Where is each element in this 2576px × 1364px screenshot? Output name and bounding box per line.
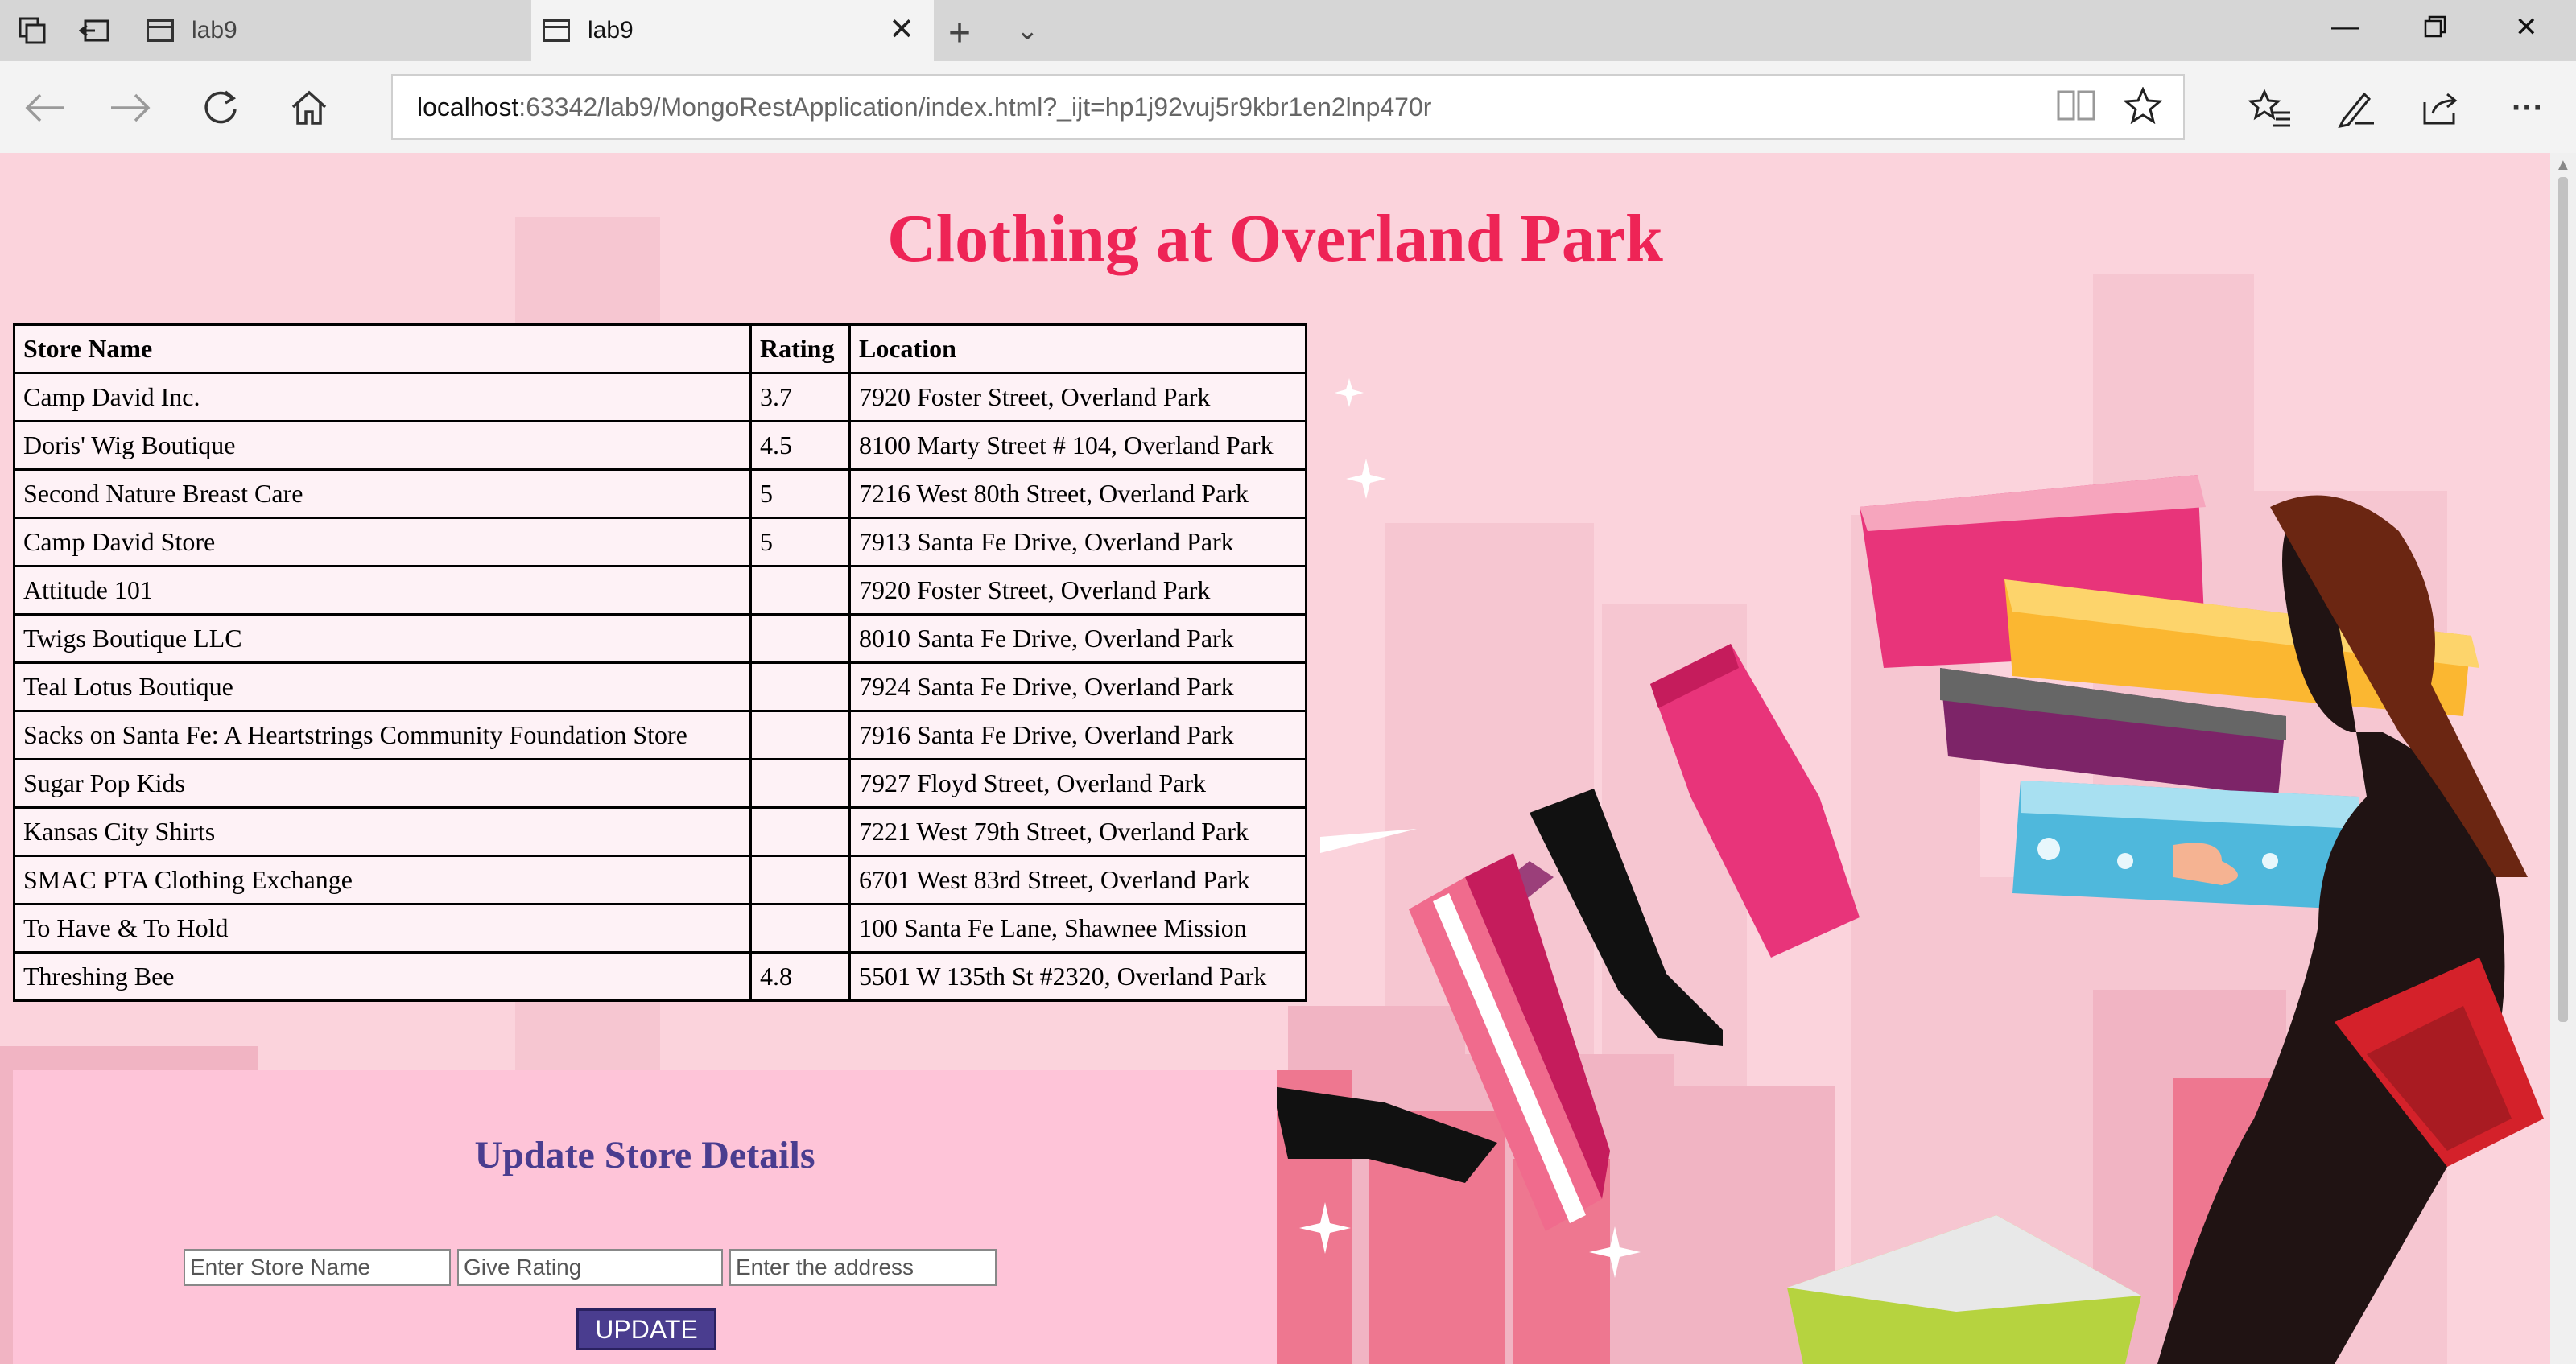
table-row: Sacks on Santa Fe: A Heartstrings Commun…: [13, 710, 1307, 760]
back-arrow-icon[interactable]: [21, 84, 69, 132]
reading-view-icon[interactable]: [2056, 87, 2096, 131]
new-tab-icon[interactable]: +: [948, 11, 971, 56]
cell-rating: [749, 758, 851, 809]
close-tab-icon[interactable]: ✕: [889, 14, 914, 45]
table-row: To Have & To Hold 100 Santa Fe Lane, Shaw…: [13, 903, 1307, 954]
cell-location: 100 Santa Fe Lane, Shawnee Mission: [848, 903, 1307, 954]
home-icon[interactable]: [285, 84, 333, 132]
store-table-body: Camp David Inc. 3.7 7920 Foster Street, Ov…: [13, 372, 1307, 1002]
cell-rating: [749, 806, 851, 857]
store-table: Store Name Rating Location Camp David In…: [13, 323, 1307, 1002]
address-bar[interactable]: localhost:63342/lab9/MongoRestApplicatio…: [391, 74, 2185, 140]
address-input[interactable]: [729, 1249, 997, 1286]
table-row: Camp David Inc. 3.7 7920 Foster Street, Ov…: [13, 372, 1307, 422]
table-row: Sugar Pop Kids 7927 Floyd Street, Overlan…: [13, 758, 1307, 809]
cell-location: 7916 Santa Fe Drive, Overland Park: [848, 710, 1307, 760]
header-location: Location: [848, 323, 1307, 374]
vertical-scrollbar[interactable]: ▲: [2550, 153, 2576, 1364]
tab-lab9-inactive[interactable]: lab9: [135, 0, 530, 61]
tab-bar: lab9 lab9 ✕ + ⌄ — ✕: [0, 0, 2576, 61]
cell-location: 7927 Floyd Street, Overland Park: [848, 758, 1307, 809]
page-viewport: Clothing at Overland Park Store Name Rat…: [0, 153, 2550, 1364]
forward-arrow-icon[interactable]: [106, 84, 155, 132]
cell-store-name: Attitude 101: [13, 565, 752, 616]
cell-location: 7221 West 79th Street, Overland Park: [848, 806, 1307, 857]
table-row: Second Nature Breast Care 5 7216 West 80th…: [13, 468, 1307, 519]
cell-location: 7913 Santa Fe Drive, Overland Park: [848, 517, 1307, 567]
cell-store-name: To Have & To Hold: [13, 903, 752, 954]
refresh-icon[interactable]: [196, 84, 245, 132]
header-store-name: Store Name: [13, 323, 752, 374]
table-row: Twigs Boutique LLC 8010 Santa Fe Drive, O…: [13, 613, 1307, 664]
minimize-icon[interactable]: —: [2331, 11, 2359, 43]
cell-rating: 3.7: [749, 372, 851, 422]
rating-input[interactable]: [457, 1249, 723, 1286]
scroll-up-arrow-icon[interactable]: ▲: [2555, 156, 2571, 175]
update-title: Update Store Details: [474, 1134, 815, 1177]
cell-rating: [749, 565, 851, 616]
url-path: :63342/lab9/MongoRestApplication/index.h…: [518, 92, 1432, 122]
favorite-star-icon[interactable]: [2123, 86, 2163, 133]
cell-store-name: Twigs Boutique LLC: [13, 613, 752, 664]
cell-location: 6701 West 83rd Street, Overland Park: [848, 855, 1307, 905]
cell-store-name: Sacks on Santa Fe: A Heartstrings Commun…: [13, 710, 752, 760]
set-aside-tabs-icon[interactable]: [77, 13, 113, 48]
table-row: Camp David Store 5 7913 Santa Fe Drive, Ov…: [13, 517, 1307, 567]
table-row: Attitude 101 7920 Foster Street, Overland…: [13, 565, 1307, 616]
page-icon: [543, 19, 570, 42]
share-icon[interactable]: [2418, 84, 2467, 132]
tab-lab9-active[interactable]: lab9 ✕: [531, 0, 934, 61]
tab-manager-icon[interactable]: [14, 13, 50, 48]
tab-label: lab9: [192, 17, 237, 43]
scrollbar-thumb[interactable]: [2558, 177, 2568, 1022]
cell-location: 7924 Santa Fe Drive, Overland Park: [848, 661, 1307, 712]
cell-store-name: Threshing Bee: [13, 951, 752, 1002]
navigation-bar: localhost:63342/lab9/MongoRestApplicatio…: [0, 61, 2576, 153]
cell-store-name: Camp David Inc.: [13, 372, 752, 422]
tab-preview-chevron-icon[interactable]: ⌄: [1016, 14, 1039, 47]
url-host: localhost: [417, 92, 519, 122]
cell-rating: 5: [749, 517, 851, 567]
cell-store-name: Sugar Pop Kids: [13, 758, 752, 809]
table-row: SMAC PTA Clothing Exchange 6701 West 83rd…: [13, 855, 1307, 905]
table-row: Threshing Bee 4.8 5501 W 135th St #2320, O…: [13, 951, 1307, 1002]
cell-rating: 4.8: [749, 951, 851, 1002]
more-options-icon[interactable]: ···: [2504, 84, 2552, 132]
page-icon: [147, 19, 174, 42]
store-name-input[interactable]: [184, 1249, 451, 1286]
table-row: Teal Lotus Boutique 7924 Santa Fe Drive, …: [13, 661, 1307, 712]
table-header-row: Store Name Rating Location: [13, 323, 1307, 374]
cell-location: 8010 Santa Fe Drive, Overland Park: [848, 613, 1307, 664]
tab-label: lab9: [588, 17, 634, 43]
table-row: Doris' Wig Boutique 4.5 8100 Marty Street …: [13, 420, 1307, 471]
close-window-icon[interactable]: ✕: [2515, 11, 2538, 43]
cell-location: 7216 West 80th Street, Overland Park: [848, 468, 1307, 519]
cell-location: 8100 Marty Street # 104, Overland Park: [848, 420, 1307, 471]
cell-store-name: Camp David Store: [13, 517, 752, 567]
update-button[interactable]: UPDATE: [576, 1308, 716, 1350]
cell-rating: [749, 710, 851, 760]
header-rating: Rating: [749, 323, 851, 374]
cell-location: 5501 W 135th St #2320, Overland Park: [848, 951, 1307, 1002]
page-title: Clothing at Overland Park: [887, 201, 1663, 276]
update-store-panel: Update Store Details UPDATE: [13, 1070, 1277, 1364]
cell-rating: [749, 903, 851, 954]
cell-rating: [749, 613, 851, 664]
cell-store-name: Teal Lotus Boutique: [13, 661, 752, 712]
web-note-pen-icon[interactable]: [2331, 84, 2380, 132]
cell-rating: 5: [749, 468, 851, 519]
restore-icon[interactable]: [2423, 14, 2447, 46]
table-row: Kansas City Shirts 7221 West 79th Street,…: [13, 806, 1307, 857]
cell-rating: [749, 661, 851, 712]
cell-rating: 4.5: [749, 420, 851, 471]
cell-store-name: SMAC PTA Clothing Exchange: [13, 855, 752, 905]
cell-store-name: Kansas City Shirts: [13, 806, 752, 857]
cell-location: 7920 Foster Street, Overland Park: [848, 372, 1307, 422]
cell-store-name: Second Nature Breast Care: [13, 468, 752, 519]
cell-store-name: Doris' Wig Boutique: [13, 420, 752, 471]
cell-rating: [749, 855, 851, 905]
favorites-hub-icon[interactable]: [2246, 84, 2294, 132]
cell-location: 7920 Foster Street, Overland Park: [848, 565, 1307, 616]
